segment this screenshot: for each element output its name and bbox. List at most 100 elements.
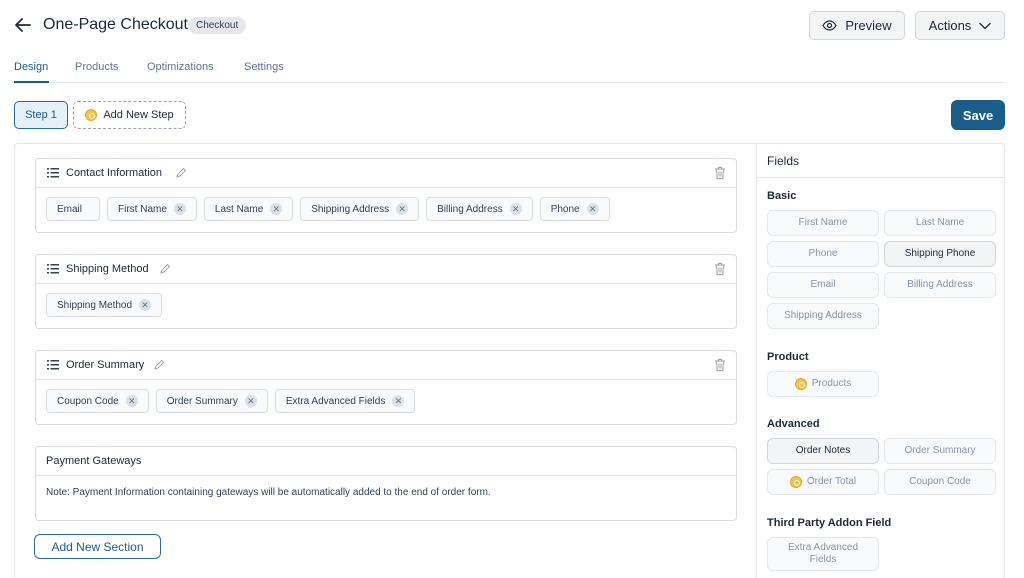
page-title: One-Page Checkout [43,16,188,33]
field-products[interactable]: Products [767,371,879,397]
drag-handle-icon[interactable] [47,360,59,370]
section-payment-gateways: Payment Gateways Note: Payment Informati… [35,446,737,521]
trash-icon[interactable] [714,262,726,276]
field-coupon-code[interactable]: Coupon Code [884,469,996,495]
chip-label: Coupon Code [57,395,119,407]
actions-button[interactable]: Actions [915,11,1005,40]
chip-label: Billing Address [437,203,503,215]
fields-panel-title: Fields [757,144,1004,178]
section-contact-information: Contact Information Email First Name ✕ L… [35,158,737,233]
section-title: Contact Information [66,167,162,179]
chip-label: Phone [550,203,580,215]
section-fields: Coupon Code ✕ Order Summary ✕ Extra Adva… [46,389,416,413]
chip-label: Extra Advanced Fields [285,395,386,407]
actions-label: Actions [928,18,972,33]
trash-icon[interactable] [714,358,726,372]
field-chip-shipping-address[interactable]: Shipping Address ✕ [300,197,420,221]
top-bar: One-Page Checkout Checkout Preview Actio… [0,0,1024,52]
section-fields: Email First Name ✕ Last Name ✕ Shipping … [46,197,610,221]
chip-label: Order Summary [166,395,238,407]
chevron-down-icon [979,22,991,29]
field-order-notes[interactable]: Order Notes [767,438,879,464]
chip-label: Last Name [214,203,264,215]
field-group-basic: Basic [767,190,797,202]
arrow-left-icon[interactable] [12,14,34,36]
section-title: Order Summary [66,359,145,371]
add-new-step-button[interactable]: Add New Step [73,101,186,129]
page-type-badge: Checkout [188,17,247,34]
coin-icon [794,378,807,390]
close-icon[interactable]: ✕ [509,203,522,215]
field-chip-shipping-method[interactable]: Shipping Method ✕ [46,293,163,317]
active-tab-indicator [14,81,49,83]
field-last-name[interactable]: Last Name [884,210,996,236]
field-email[interactable]: Email [767,272,879,298]
field-extra-advanced-fields[interactable]: Extra Advanced Fields [767,537,879,571]
pencil-icon[interactable] [175,167,187,179]
chip-label: Email [57,203,83,215]
coin-icon [85,109,98,121]
section-title: Payment Gateways [46,455,142,467]
fields-panel: Fields Basic First Name Last Name Phone … [756,143,1005,578]
field-chip-coupon-code[interactable]: Coupon Code ✕ [46,389,149,413]
close-icon[interactable]: ✕ [139,299,152,311]
main-tabs: Design Products Optimizations Settings [14,59,1005,83]
field-chip-email[interactable]: Email [46,197,100,221]
chip-label: Shipping Address [311,203,390,215]
step-1-button[interactable]: Step 1 [14,101,68,129]
close-icon[interactable]: ✕ [173,203,186,215]
field-order-total-label: Order Total [806,476,857,487]
field-group-product: Product [767,351,809,363]
drag-handle-icon[interactable] [47,168,59,178]
tab-design[interactable]: Design [14,61,48,73]
pencil-icon[interactable] [153,359,165,371]
payment-note: Note: Payment Information containing gat… [46,487,491,498]
eye-icon [822,20,838,31]
section-title: Shipping Method [66,263,149,275]
tab-optimizations[interactable]: Optimizations [147,61,214,73]
field-shipping-address[interactable]: Shipping Address [767,303,879,329]
field-group-advanced: Advanced [767,418,820,430]
section-header: Shipping Method [36,255,736,284]
chip-label: First Name [118,203,167,215]
add-new-section-button[interactable]: Add New Section [34,534,161,559]
close-icon[interactable]: ✕ [396,203,409,215]
field-shipping-phone[interactable]: Shipping Phone [884,241,996,267]
field-billing-address[interactable]: Billing Address [884,272,996,298]
field-chip-phone[interactable]: Phone ✕ [539,197,610,221]
close-icon[interactable]: ✕ [125,395,138,407]
coin-icon [789,476,802,488]
section-header: Contact Information [36,159,736,188]
close-icon[interactable]: ✕ [392,395,405,407]
preview-button[interactable]: Preview [809,11,905,40]
section-order-summary: Order Summary Coupon Code ✕ Order Summar… [35,350,737,425]
field-chip-last-name[interactable]: Last Name ✕ [203,197,294,221]
field-first-name[interactable]: First Name [767,210,879,236]
form-canvas: Contact Information Email First Name ✕ L… [14,143,756,578]
field-chip-billing-address[interactable]: Billing Address ✕ [426,197,533,221]
section-shipping-method: Shipping Method Shipping Method ✕ [35,254,737,329]
field-phone[interactable]: Phone [767,241,879,267]
preview-label: Preview [845,18,892,33]
section-fields: Shipping Method ✕ [46,293,163,317]
close-icon[interactable]: ✕ [586,203,599,215]
field-chip-order-summary[interactable]: Order Summary ✕ [155,389,268,413]
drag-handle-icon[interactable] [47,264,59,274]
chip-label: Shipping Method [57,299,133,311]
field-chip-first-name[interactable]: First Name ✕ [107,197,197,221]
field-chip-extra-advanced-fields[interactable]: Extra Advanced Fields ✕ [274,389,416,413]
add-new-step-label: Add New Step [103,109,174,121]
trash-icon[interactable] [714,166,726,180]
field-order-total[interactable]: Order Total [767,469,879,495]
field-group-third-party: Third Party Addon Field [767,517,892,529]
section-header: Order Summary [36,351,736,380]
save-button[interactable]: Save [951,100,1005,130]
close-icon[interactable]: ✕ [270,203,283,215]
pencil-icon[interactable] [159,263,171,275]
close-icon[interactable]: ✕ [244,395,257,407]
field-products-label: Products [811,378,852,389]
tab-settings[interactable]: Settings [244,61,284,73]
tab-products[interactable]: Products [75,61,118,73]
field-order-summary[interactable]: Order Summary [884,438,996,464]
section-header: Payment Gateways [36,447,736,476]
